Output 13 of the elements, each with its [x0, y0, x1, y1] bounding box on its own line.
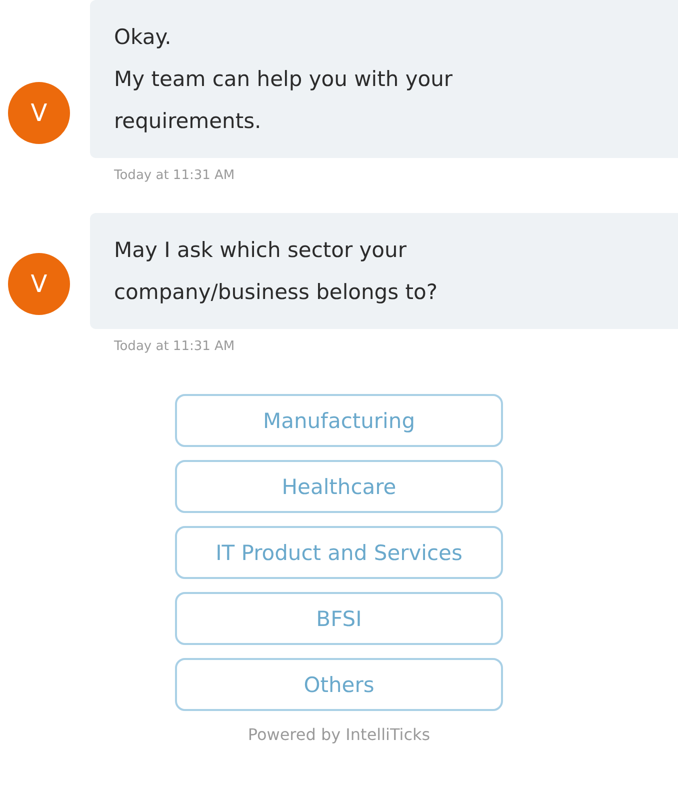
option-button[interactable]: BFSI — [175, 592, 503, 645]
avatar: V — [8, 82, 70, 144]
avatar: V — [8, 253, 70, 315]
message-text: My team can help you with your requirements. — [114, 66, 454, 135]
message-text: May I ask which sector your company/business belongs to? — [114, 237, 438, 306]
option-button[interactable]: Manufacturing — [175, 394, 503, 447]
option-button[interactable]: Others — [175, 658, 503, 711]
option-button[interactable]: Healthcare — [175, 460, 503, 513]
timestamp: Today at 11:31 AM — [114, 339, 236, 354]
option-button[interactable]: IT Product and Services — [175, 526, 503, 579]
timestamp: Today at 11:31 AM — [114, 168, 236, 183]
message-text: Okay. — [114, 24, 172, 51]
powered-by-text: Powered by IntelliTicks — [246, 725, 432, 744]
